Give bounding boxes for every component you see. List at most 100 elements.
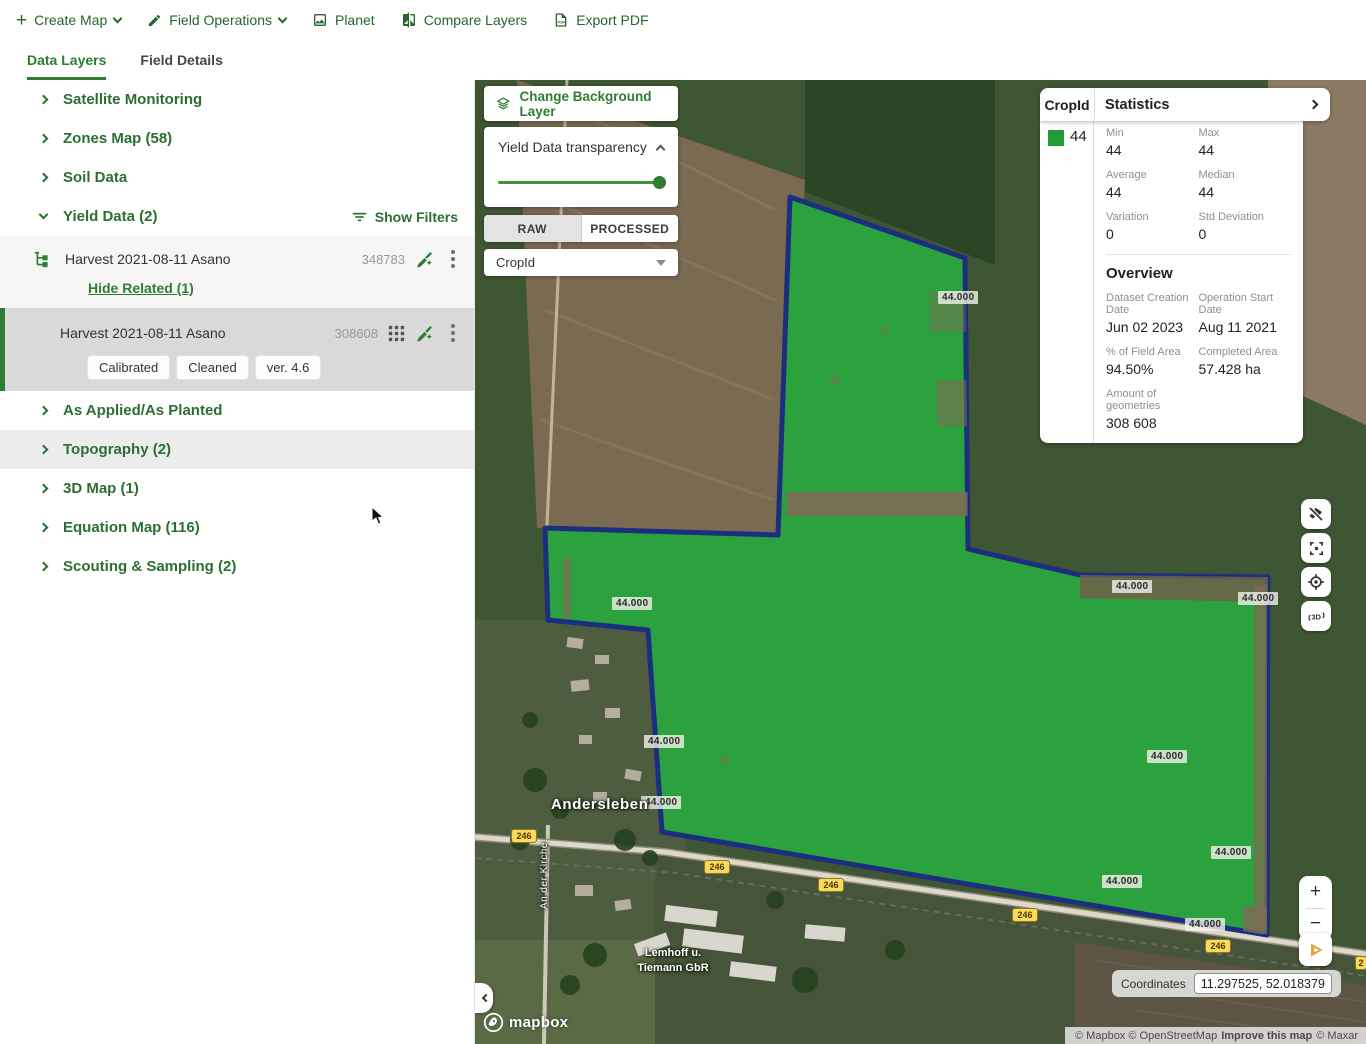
sidebar-item-yield-data[interactable]: Yield Data (2) Show Filters [0,197,474,236]
tab-data-layers[interactable]: Data Layers [27,40,106,80]
related-tree-icon [34,251,51,268]
svg-text:PDF: PDF [558,19,567,24]
toggle-3d-button[interactable]: 3D [1301,601,1331,631]
sidebar-item-satellite-monitoring[interactable]: Satellite Monitoring [0,80,474,119]
place-label-andersleben: Andersleben [551,796,648,813]
section-label: Zones Map (58) [63,130,172,147]
overview-field-area-percent: % of Field Area94.50% [1106,346,1199,377]
toggle-labels-button[interactable] [1301,499,1331,529]
tag-version: ver. 4.6 [256,356,321,379]
data-layers-sidebar: Satellite Monitoring Zones Map (58) Soil… [0,80,475,1044]
chevron-down-icon [39,210,49,220]
change-background-layer-button[interactable]: Change Background Layer [484,86,678,121]
yield-value-label: 44.000 [1147,750,1187,763]
road-shield-246: 246 [1205,939,1231,953]
sidebar-item-3d-map[interactable]: 3D Map (1) [0,469,474,508]
chevron-right-icon [39,95,49,105]
yield-value-label: 44.000 [1102,875,1142,888]
sidebar-item-topography[interactable]: Topography (2) [0,430,474,469]
stat-median: Median44 [1199,169,1292,200]
grid-matrix-icon[interactable] [388,325,405,342]
street-label: An der Kirche [539,842,550,909]
locate-me-button[interactable] [1301,567,1331,597]
chevron-right-icon [39,445,49,455]
clean-tool-icon[interactable] [415,250,434,269]
clean-tool-icon[interactable] [415,324,434,343]
show-filters-button[interactable]: Show Filters [352,209,458,225]
dataset-title: Harvest 2021-08-11 Asano [65,251,231,267]
stat-variation: Variation0 [1106,211,1199,242]
chevron-up-icon[interactable] [656,144,666,154]
coordinates-widget: Coordinates [1112,970,1341,997]
create-map-button[interactable]: + Create Map [16,11,121,30]
sidebar-item-zones-map[interactable]: Zones Map (58) [0,119,474,158]
coordinates-input[interactable] [1194,973,1332,994]
field-operations-button[interactable]: Field Operations [147,12,286,28]
road-shield-246: 246 [704,860,730,874]
chevron-down-icon [278,13,288,23]
plus-icon: + [16,11,27,30]
compare-layers-label: Compare Layers [424,12,528,28]
transparency-slider[interactable] [498,181,664,184]
sidebar-item-soil-data[interactable]: Soil Data [0,158,474,197]
fit-field-button[interactable] [1301,533,1331,563]
chevron-left-icon [481,994,489,1002]
stat-average: Average44 [1106,169,1199,200]
mapbox-logo[interactable]: mapbox [483,1012,568,1033]
kebab-menu-icon[interactable] [444,324,462,342]
yield-dataset-row-selected[interactable]: Harvest 2021-08-11 Asano 308608 Calibrat… [0,308,474,391]
change-background-label: Change Background Layer [520,89,667,119]
stat-max: Max44 [1199,127,1292,158]
mapbox-icon [483,1012,504,1033]
hide-related-link[interactable]: Hide Related (1) [88,280,194,296]
show-filters-label: Show Filters [375,209,458,225]
section-label: Soil Data [63,169,127,186]
overview-completed-area: Completed Area57.428 ha [1199,346,1292,377]
planet-image-icon [312,12,328,28]
attribute-select-value: CropId [496,255,535,270]
section-label: Topography (2) [63,441,171,458]
attribution-links[interactable]: © Mapbox © OpenStreetMap [1075,1030,1217,1042]
kebab-menu-icon[interactable] [444,250,462,268]
zoom-in-button[interactable]: + [1299,876,1332,908]
layers-icon [496,95,511,112]
road-shield-246: 246 [818,878,844,892]
stat-std-deviation: Std Deviation0 [1199,211,1292,242]
map-canvas[interactable]: 44.000 44.000 44.000 44.000 44.000 44.00… [475,80,1366,1044]
slider-thumb[interactable] [653,176,666,189]
section-label: 3D Map (1) [63,480,139,497]
yield-dataset-row[interactable]: Harvest 2021-08-11 Asano 348783 Hide Rel… [0,236,474,308]
basemap-provider-button[interactable] [1299,933,1332,966]
dataset-count: 308608 [335,326,378,341]
create-map-label: Create Map [34,12,107,28]
statistics-title: Statistics [1095,97,1169,113]
triangle-logo-icon [1306,940,1326,960]
chevron-right-icon [39,484,49,494]
map-attribution: © Mapbox © OpenStreetMap Improve this ma… [1065,1027,1366,1044]
tab-field-details[interactable]: Field Details [140,40,222,80]
chevron-right-icon [39,562,49,572]
legend-column: 44 [1040,121,1094,443]
transparency-title: Yield Data transparency [498,139,647,155]
export-pdf-button[interactable]: PDF Export PDF [553,12,648,28]
filter-icon [352,211,367,223]
collapse-panel-chevron[interactable] [1310,101,1317,108]
compare-layers-icon [401,12,417,28]
compare-layers-button[interactable]: Compare Layers [401,12,528,28]
processed-tab[interactable]: PROCESSED [582,215,679,242]
sidebar-item-as-applied[interactable]: As Applied/As Planted [0,391,474,430]
yield-value-label: 44.000 [1112,580,1152,593]
sidebar-item-equation-map[interactable]: Equation Map (116) [0,508,474,547]
raw-tab[interactable]: RAW [484,215,582,242]
tag-cleaned: Cleaned [177,356,247,379]
yield-transparency-panel: Yield Data transparency [484,127,678,207]
sidebar-item-scouting-sampling[interactable]: Scouting & Sampling (2) [0,547,474,586]
planet-button[interactable]: Planet [312,12,375,28]
legend-value: 44 [1070,128,1087,145]
yield-value-label: 44.000 [938,291,978,304]
yield-value-label: 44.000 [1238,592,1278,605]
improve-this-map-link[interactable]: Improve this map [1221,1030,1312,1042]
attribute-select[interactable]: CropId [484,249,678,276]
sidebar-collapse-button[interactable] [475,983,493,1013]
road-shield-partial: 2 [1355,956,1366,970]
